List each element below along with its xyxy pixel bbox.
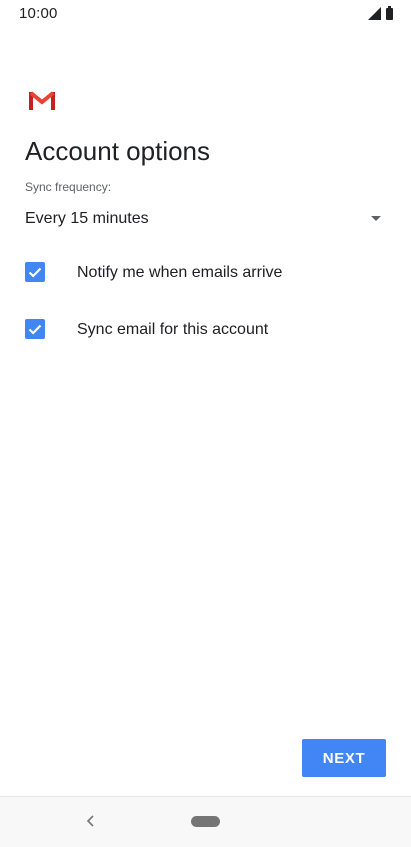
status-bar: 10:00 [0, 0, 411, 28]
navigation-bar [0, 796, 411, 847]
gmail-logo-icon [29, 91, 55, 110]
status-time: 10:00 [19, 5, 58, 22]
home-pill-icon[interactable] [191, 816, 220, 827]
sync-option-label: Sync email for this account [77, 321, 269, 338]
checkmark-icon [28, 267, 42, 278]
notify-option-row[interactable]: Notify me when emails arrive [25, 256, 385, 288]
next-button[interactable]: NEXT [302, 739, 386, 777]
sync-checkbox[interactable] [25, 319, 45, 339]
page-title: Account options [25, 136, 211, 166]
status-icons [368, 6, 393, 20]
sync-frequency-value: Every 15 minutes [25, 210, 149, 227]
sync-frequency-dropdown[interactable]: Every 15 minutes [25, 205, 381, 235]
sync-option-row[interactable]: Sync email for this account [25, 313, 385, 345]
checkmark-icon [28, 324, 42, 335]
signal-icon [368, 7, 381, 20]
notify-checkbox[interactable] [25, 262, 45, 282]
dropdown-arrow-icon [371, 216, 381, 221]
battery-icon [386, 6, 393, 20]
back-icon[interactable] [85, 814, 97, 828]
sync-frequency-label: Sync frequency: [25, 180, 112, 194]
notify-option-label: Notify me when emails arrive [77, 264, 283, 281]
